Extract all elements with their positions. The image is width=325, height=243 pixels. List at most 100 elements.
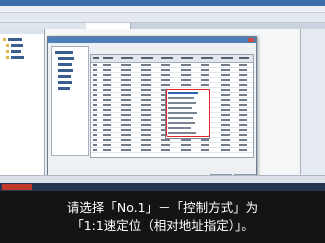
table-cell[interactable]	[161, 149, 170, 151]
tree-item[interactable]	[55, 51, 73, 54]
table-cell[interactable]	[93, 94, 97, 96]
table-cell[interactable]	[93, 114, 97, 116]
table-cell[interactable]	[239, 129, 247, 131]
table-cell[interactable]	[103, 104, 111, 106]
table-cell[interactable]	[121, 89, 131, 91]
table-cell[interactable]	[141, 89, 151, 91]
table-cell[interactable]	[103, 129, 111, 131]
table-cell[interactable]	[93, 64, 97, 66]
table-cell[interactable]	[141, 99, 151, 101]
table-cell[interactable]	[221, 94, 230, 96]
table-cell[interactable]	[221, 74, 230, 76]
close-icon[interactable]	[248, 38, 254, 42]
table-cell[interactable]	[103, 64, 111, 66]
table-cell[interactable]	[121, 119, 131, 121]
table-cell[interactable]	[239, 109, 247, 111]
table-cell[interactable]	[181, 74, 191, 76]
table-cell[interactable]	[221, 144, 230, 146]
table-cell[interactable]	[221, 134, 230, 136]
table-cell[interactable]	[141, 114, 151, 116]
table-cell[interactable]	[121, 94, 131, 96]
table-cell[interactable]	[221, 119, 230, 121]
table-cell[interactable]	[239, 139, 247, 141]
table-cell[interactable]	[239, 119, 247, 121]
table-cell[interactable]	[103, 109, 111, 111]
table-cell[interactable]	[141, 134, 151, 136]
table-cell[interactable]	[141, 94, 151, 96]
table-cell[interactable]	[93, 99, 97, 101]
table-cell[interactable]	[121, 134, 131, 136]
table-cell[interactable]	[239, 64, 247, 66]
table-cell[interactable]	[103, 69, 111, 71]
table-cell[interactable]	[103, 74, 111, 76]
table-cell[interactable]	[93, 149, 97, 151]
table-cell[interactable]	[239, 144, 247, 146]
table-cell[interactable]	[141, 74, 151, 76]
table-cell[interactable]	[141, 129, 151, 131]
table-cell[interactable]	[141, 69, 151, 71]
table-cell[interactable]	[121, 144, 131, 146]
table-cell[interactable]	[93, 144, 97, 146]
table-cell[interactable]	[201, 64, 209, 66]
table-cell[interactable]	[103, 99, 111, 101]
table-cell[interactable]	[221, 89, 230, 91]
table-cell[interactable]	[239, 84, 247, 86]
table-cell[interactable]	[141, 109, 151, 111]
table-cell[interactable]	[181, 84, 191, 86]
table-cell[interactable]	[221, 69, 230, 71]
table-cell[interactable]	[161, 84, 170, 86]
table-cell[interactable]	[121, 124, 131, 126]
table-cell[interactable]	[121, 139, 131, 141]
table-cell[interactable]	[181, 139, 191, 141]
table-cell[interactable]	[103, 134, 111, 136]
table-cell[interactable]	[221, 79, 230, 81]
tree-item[interactable]	[11, 44, 23, 47]
table-cell[interactable]	[221, 109, 230, 111]
table-cell[interactable]	[201, 74, 209, 76]
tree-item[interactable]	[58, 87, 70, 90]
tree-item[interactable]	[11, 56, 24, 59]
table-cell[interactable]	[121, 149, 131, 151]
table-cell[interactable]	[121, 99, 131, 101]
table-cell[interactable]	[161, 64, 170, 66]
table-cell[interactable]	[239, 134, 247, 136]
table-cell[interactable]	[161, 79, 170, 81]
table-cell[interactable]	[141, 124, 151, 126]
tree-item[interactable]	[58, 75, 71, 78]
table-cell[interactable]	[181, 64, 191, 66]
table-cell[interactable]	[141, 139, 151, 141]
table-cell[interactable]	[239, 99, 247, 101]
tree-item[interactable]	[8, 38, 22, 41]
table-cell[interactable]	[121, 84, 131, 86]
table-cell[interactable]	[181, 149, 191, 151]
table-cell[interactable]	[103, 94, 111, 96]
table-cell[interactable]	[201, 69, 209, 71]
table-cell[interactable]	[141, 64, 151, 66]
table-cell[interactable]	[93, 104, 97, 106]
tree-item[interactable]	[58, 57, 74, 60]
table-row[interactable]	[91, 148, 253, 153]
table-cell[interactable]	[141, 149, 151, 151]
table-cell[interactable]	[201, 139, 209, 141]
tree-item[interactable]	[58, 63, 72, 66]
table-cell[interactable]	[181, 79, 191, 81]
table-cell[interactable]	[221, 114, 230, 116]
tree-item[interactable]	[58, 69, 73, 72]
table-cell[interactable]	[103, 89, 111, 91]
table-cell[interactable]	[103, 139, 111, 141]
table-cell[interactable]	[103, 79, 111, 81]
table-cell[interactable]	[221, 124, 230, 126]
table-cell[interactable]	[93, 134, 97, 136]
table-cell[interactable]	[103, 84, 111, 86]
table-cell[interactable]	[141, 79, 151, 81]
table-cell[interactable]	[239, 74, 247, 76]
table-cell[interactable]	[239, 79, 247, 81]
table-cell[interactable]	[93, 139, 97, 141]
table-cell[interactable]	[161, 144, 170, 146]
table-cell[interactable]	[121, 114, 131, 116]
table-cell[interactable]	[161, 139, 170, 141]
table-cell[interactable]	[239, 114, 247, 116]
table-cell[interactable]	[121, 69, 131, 71]
table-cell[interactable]	[221, 84, 230, 86]
table-cell[interactable]	[121, 74, 131, 76]
